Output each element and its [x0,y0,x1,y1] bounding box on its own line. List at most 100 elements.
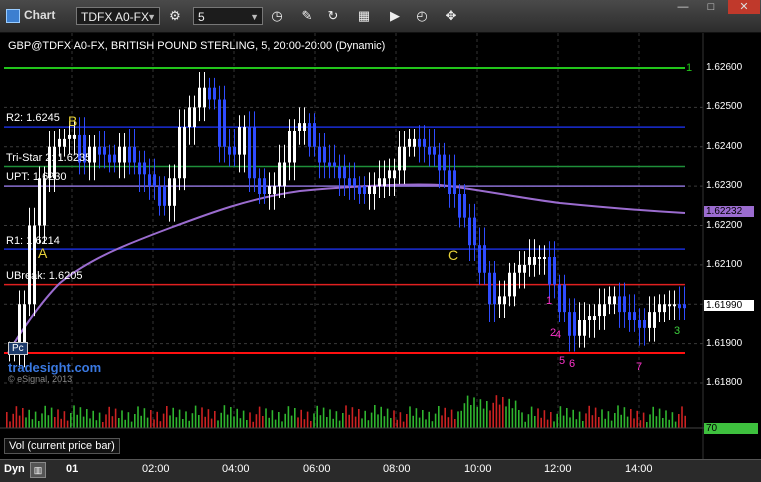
volume-bar [457,411,459,428]
gear-icon[interactable]: ⚙ [165,6,185,26]
interval-input[interactable]: 5 ▼ [193,7,263,25]
chevron-down-icon[interactable]: ▼ [147,8,156,26]
candle-body [268,186,271,194]
price-chart[interactable] [0,33,761,459]
candle-body [128,146,131,163]
candle-body [393,170,396,179]
candle-body [263,178,266,194]
candle-body [608,296,611,305]
volume-bar [236,408,238,428]
volume-bar [620,414,622,428]
candle-body [103,146,106,155]
candle-body [508,272,511,297]
volume-bar [198,415,200,428]
candle-body [543,257,546,259]
play-icon[interactable]: ▶ [385,6,405,26]
volume-bar [306,411,309,428]
symbol-input[interactable]: TDFX A0-FX ▼ [76,7,160,25]
volume-bar [652,406,654,428]
volume-bar [28,409,30,428]
indicator-icon[interactable]: ↻ [323,6,343,26]
candle-body [423,138,426,147]
volume-bar [668,419,670,428]
volume-bar [460,410,462,428]
volume-bar [418,417,421,428]
volume-bar [658,408,661,428]
volume-bar [486,401,488,428]
candle-body [363,186,366,194]
volume-bar [191,413,194,428]
candle-body [273,186,276,194]
volume-bar [95,420,98,428]
volume-bar [466,395,469,428]
candle-body [488,272,491,305]
volume-bar [281,421,283,428]
candle-body [523,264,526,273]
volume-bar [367,420,370,428]
volume-bar [319,415,322,428]
candle-body [603,304,606,317]
volume-value-tag: 70 [704,423,758,434]
candle-body [408,138,411,147]
volume-bar [204,416,206,428]
volume-bar [118,418,120,428]
pencil-icon[interactable]: ✎ [297,6,317,26]
candle-body [143,162,146,175]
volume-bar [214,411,216,428]
volume-bar [364,410,366,428]
chart-panel[interactable]: R2: 1.6245 Tri-Star 2: 1.6235 UPT: 1.623… [0,33,761,459]
minimize-button[interactable]: — [672,0,694,14]
volume-bar [399,412,402,428]
volume-bar [498,404,501,428]
candle-body [498,296,501,305]
candle-body [338,166,341,179]
volume-bar [438,406,440,428]
volume-bar [521,412,523,428]
candle-body [203,87,206,108]
grid-icon[interactable]: ▦ [354,6,374,26]
candle-body [403,146,406,171]
candle-body [533,257,536,265]
volume-bar [300,409,302,428]
candle-body [313,123,316,147]
close-button[interactable]: ✕ [728,0,760,14]
volume-bar [537,408,539,428]
volume-bar [409,406,411,428]
candle-body [38,178,41,226]
volume-bar [233,416,235,428]
candle-body [468,217,471,246]
chart-type-icon[interactable]: ▥ [30,462,46,478]
volume-bar [674,421,677,428]
time-tick: 06:00 [303,463,331,475]
candle-body [493,272,496,305]
candle-body [353,178,356,187]
candle-body [293,131,296,163]
volume-bar [492,402,494,428]
maximize-button[interactable]: □ [700,0,722,14]
volume-bar [274,419,277,428]
candle-body [483,245,486,273]
volume-bar [361,418,363,428]
clock-icon[interactable]: ◷ [267,6,287,26]
pc-badge: Pc [8,342,28,355]
volume-bar [63,411,66,428]
volume-bar [518,410,520,428]
volume-bar [217,420,219,428]
volume-bar [47,415,50,428]
volume-bar [185,411,187,428]
volume-bar [514,400,517,428]
candle-body [253,127,256,179]
volume-bar [383,416,386,428]
timer-icon[interactable]: ◴ [412,6,432,26]
candle-body [648,312,651,328]
volume-bar [249,412,251,428]
price-tick: 1.61900 [706,337,743,349]
crosshair-icon[interactable]: ✥ [441,6,461,26]
candle-body [538,257,541,259]
volume-bar [482,408,485,428]
volume-bar [406,414,408,428]
price-tick: 1.62600 [706,62,743,73]
wave-b-label: B [68,113,78,129]
chevron-down-icon[interactable]: ▼ [250,8,259,26]
volume-bar [594,407,597,428]
